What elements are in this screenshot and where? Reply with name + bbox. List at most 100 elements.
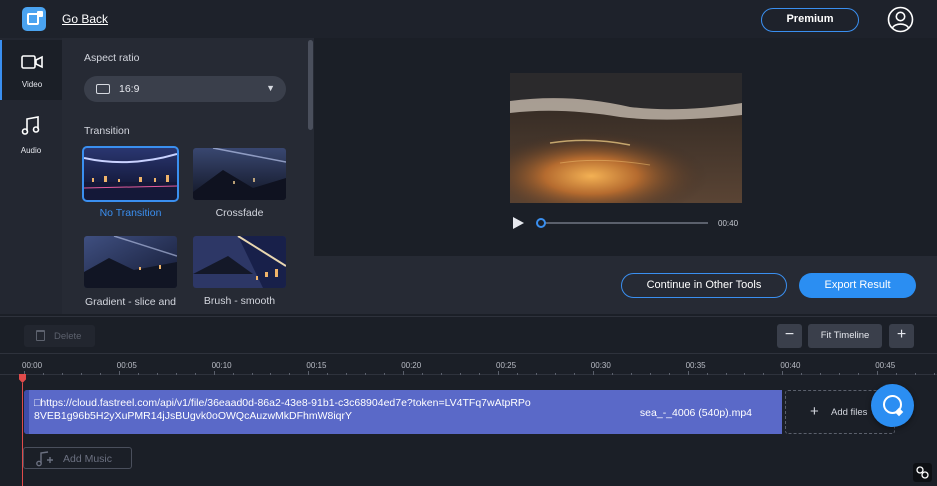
video-clip[interactable]: □https://cloud.fastreel.com/api/v1/file/… xyxy=(24,390,782,434)
chevron-down-icon: ▼ xyxy=(266,83,275,93)
add-music-button[interactable]: Add Music xyxy=(23,447,132,469)
timeline-tick xyxy=(516,373,518,375)
timeline-tick xyxy=(611,373,613,375)
timeline-tick-label: 00:40 xyxy=(780,361,801,370)
app-logo-icon[interactable] xyxy=(22,7,46,31)
aspect-ratio-value: 16:9 xyxy=(119,83,140,95)
transition-label: Crossfade xyxy=(215,207,264,219)
timeline-tick xyxy=(763,373,765,375)
timeline-tick xyxy=(592,371,594,375)
timeline-tick-label: 00:30 xyxy=(590,361,611,370)
transition-tile-crossfade[interactable] xyxy=(193,148,286,200)
timeline-tick xyxy=(535,373,537,375)
go-back-link[interactable]: Go Back xyxy=(62,12,108,26)
clip-url-text: https://cloud.fastreel.com/api/v1/file/3… xyxy=(34,397,531,422)
delete-label: Delete xyxy=(54,331,82,342)
timeline-tick xyxy=(858,373,860,375)
transition-title: Transition xyxy=(84,125,130,137)
trash-icon xyxy=(36,330,45,341)
timeline-tick xyxy=(422,373,424,375)
timeline-tick xyxy=(118,371,120,375)
add-files-label: Add files xyxy=(831,407,868,418)
continue-other-tools-button[interactable]: Continue in Other Tools xyxy=(621,273,787,298)
timeline-tick xyxy=(915,373,917,375)
transition-tile-no-transition[interactable] xyxy=(82,146,179,202)
aspect-ratio-select[interactable]: 16:9 ▼ xyxy=(84,76,286,102)
zoom-out-button[interactable]: − xyxy=(777,324,802,348)
timeline-tick xyxy=(251,373,253,375)
timeline-tick-label: 00:35 xyxy=(685,361,706,370)
left-nav: Video Audio xyxy=(0,38,62,314)
timeline-tick xyxy=(706,373,708,375)
video-preview[interactable] xyxy=(510,73,742,203)
delete-button[interactable]: Delete xyxy=(24,325,95,347)
clip-handle[interactable] xyxy=(24,390,29,434)
bridge-thumbnail xyxy=(84,148,177,200)
chat-support-button[interactable] xyxy=(871,384,914,427)
timeline-tick xyxy=(365,373,367,375)
timeline-tick xyxy=(573,373,575,375)
timeline-tick xyxy=(61,373,63,375)
link-icon[interactable] xyxy=(913,463,932,482)
timeline-tick xyxy=(460,373,462,375)
crossfade-thumbnail xyxy=(193,148,286,200)
transition-tile-brush[interactable] xyxy=(193,236,286,288)
aspect-ratio-title: Aspect ratio xyxy=(84,52,140,64)
timeline-tick-label: 00:15 xyxy=(306,361,327,370)
transition-tile-gradient[interactable] xyxy=(84,236,177,288)
playhead-line xyxy=(22,383,23,486)
settings-panel: Aspect ratio 16:9 ▼ Transition No Transi… xyxy=(62,38,314,314)
timeline-tick xyxy=(554,373,556,375)
timeline-tick xyxy=(630,373,632,375)
timeline-tick xyxy=(137,373,139,375)
nav-item-video[interactable]: Video xyxy=(0,40,62,100)
duration-label: 00:40 xyxy=(718,219,739,228)
chat-bubble-tail xyxy=(894,407,904,417)
video-camera-icon xyxy=(21,55,43,69)
screen-icon xyxy=(96,84,110,94)
timeline-tick xyxy=(232,373,234,375)
timeline-tick xyxy=(403,371,405,375)
timeline-tick xyxy=(649,373,651,375)
plus-icon: + xyxy=(810,403,819,420)
timeline-tick xyxy=(175,373,177,375)
transition-label: Gradient - slice and xyxy=(84,296,177,308)
timeline-tick xyxy=(194,373,196,375)
panel-scrollbar[interactable] xyxy=(308,40,313,130)
timeline-tick-label: 00:00 xyxy=(22,361,43,370)
timeline-tick xyxy=(782,371,784,375)
timeline-tick xyxy=(270,373,272,375)
clip-filename: sea_-_4006 (540p).mp4 xyxy=(639,407,752,419)
timeline-tick-label: 00:05 xyxy=(116,361,137,370)
timeline-tick xyxy=(744,373,746,375)
timeline-tick xyxy=(934,373,936,375)
timeline-tick xyxy=(384,373,386,375)
seek-bar[interactable] xyxy=(541,222,708,224)
music-note-icon xyxy=(21,116,40,135)
timeline-tick-label: 00:10 xyxy=(211,361,232,370)
timeline-tick xyxy=(327,373,329,375)
timeline-tick-label: 00:25 xyxy=(496,361,517,370)
user-circle-icon[interactable] xyxy=(887,6,914,33)
timeline-tick xyxy=(839,373,841,375)
timeline-tick xyxy=(498,371,499,375)
nav-item-label: Audio xyxy=(20,146,42,155)
seek-knob[interactable] xyxy=(536,218,546,228)
timeline-tick xyxy=(820,373,822,375)
premium-button[interactable]: Premium xyxy=(761,8,859,32)
play-icon[interactable] xyxy=(511,216,525,230)
brush-thumbnail xyxy=(193,236,286,288)
transition-label: No Transition xyxy=(99,207,162,219)
sea-sunset-frame xyxy=(510,73,742,203)
timeline-tick xyxy=(801,373,803,375)
export-result-button[interactable]: Export Result xyxy=(799,273,916,298)
clip-url: □https://cloud.fastreel.com/api/v1/file/… xyxy=(34,397,534,423)
timeline-tick xyxy=(99,373,101,375)
fit-timeline-button[interactable]: Fit Timeline xyxy=(808,324,882,348)
timeline-tick xyxy=(896,373,898,375)
timeline-tick xyxy=(156,373,158,375)
nav-item-audio[interactable]: Audio xyxy=(0,102,62,162)
timeline-tick xyxy=(308,371,310,375)
timeline-tick xyxy=(687,371,689,375)
zoom-in-button[interactable]: + xyxy=(889,324,914,348)
